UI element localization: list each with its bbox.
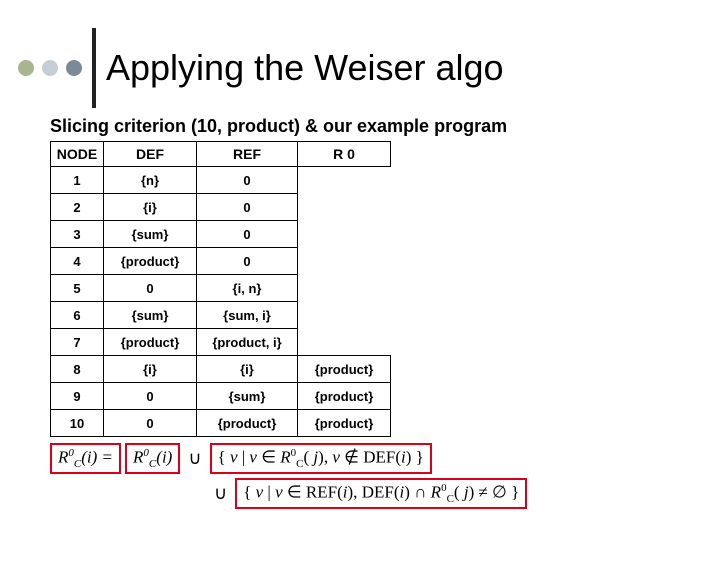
dot-icon xyxy=(42,60,58,76)
decorative-dots xyxy=(18,60,82,76)
dot-icon xyxy=(66,60,82,76)
equation-box-rci: R0C(i) xyxy=(125,443,180,474)
col-header-r0: R 0 xyxy=(298,142,391,167)
table-row: 4{product}0 xyxy=(51,248,391,275)
union-symbol: ∪ xyxy=(210,478,231,509)
vertical-bar-icon xyxy=(92,28,96,108)
equation-line-2: ∪ { v | v ∈ REF(i), DEF(i) ∩ R0C( j) ≠ ∅… xyxy=(210,478,720,509)
table-header-row: NODE DEF REF R 0 xyxy=(51,142,391,167)
equation-lhs: R0C(i) = xyxy=(50,443,121,474)
table-row: 6{sum}{sum, i} xyxy=(51,302,391,329)
equation-area: R0C(i) = R0C(i) ∪ { v | v ∈ R0C( j), v ∉… xyxy=(50,443,720,509)
dot-icon xyxy=(18,60,34,76)
equation-box-def: { v | v ∈ R0C( j), v ∉ DEF(i) } xyxy=(210,443,432,474)
table-row: 7{product}{product, i} xyxy=(51,329,391,356)
equation-box-ref: { v | v ∈ REF(i), DEF(i) ∩ R0C( j) ≠ ∅ } xyxy=(235,478,527,509)
slide-title: Applying the Weiser algo xyxy=(106,47,504,89)
title-row: Applying the Weiser algo xyxy=(0,28,720,108)
union-symbol: ∪ xyxy=(184,443,205,474)
table-row: 2{i}0 xyxy=(51,194,391,221)
equation-line-1: R0C(i) = R0C(i) ∪ { v | v ∈ R0C( j), v ∉… xyxy=(50,443,720,474)
table-row: 50{i, n} xyxy=(51,275,391,302)
table-row: 8{i}{i}{product} xyxy=(51,356,391,383)
table-row: 3{sum}0 xyxy=(51,221,391,248)
col-header-ref: REF xyxy=(197,142,298,167)
col-header-node: NODE xyxy=(51,142,104,167)
col-header-def: DEF xyxy=(104,142,197,167)
table-row: 1{n}0 xyxy=(51,167,391,194)
table-row: 90{sum}{product} xyxy=(51,383,391,410)
def-ref-table: NODE DEF REF R 0 1{n}0 2{i}0 3{sum}0 4{p… xyxy=(50,141,391,437)
slide-subtitle: Slicing criterion (10, product) & our ex… xyxy=(50,116,720,137)
table-row: 100{product}{product} xyxy=(51,410,391,437)
